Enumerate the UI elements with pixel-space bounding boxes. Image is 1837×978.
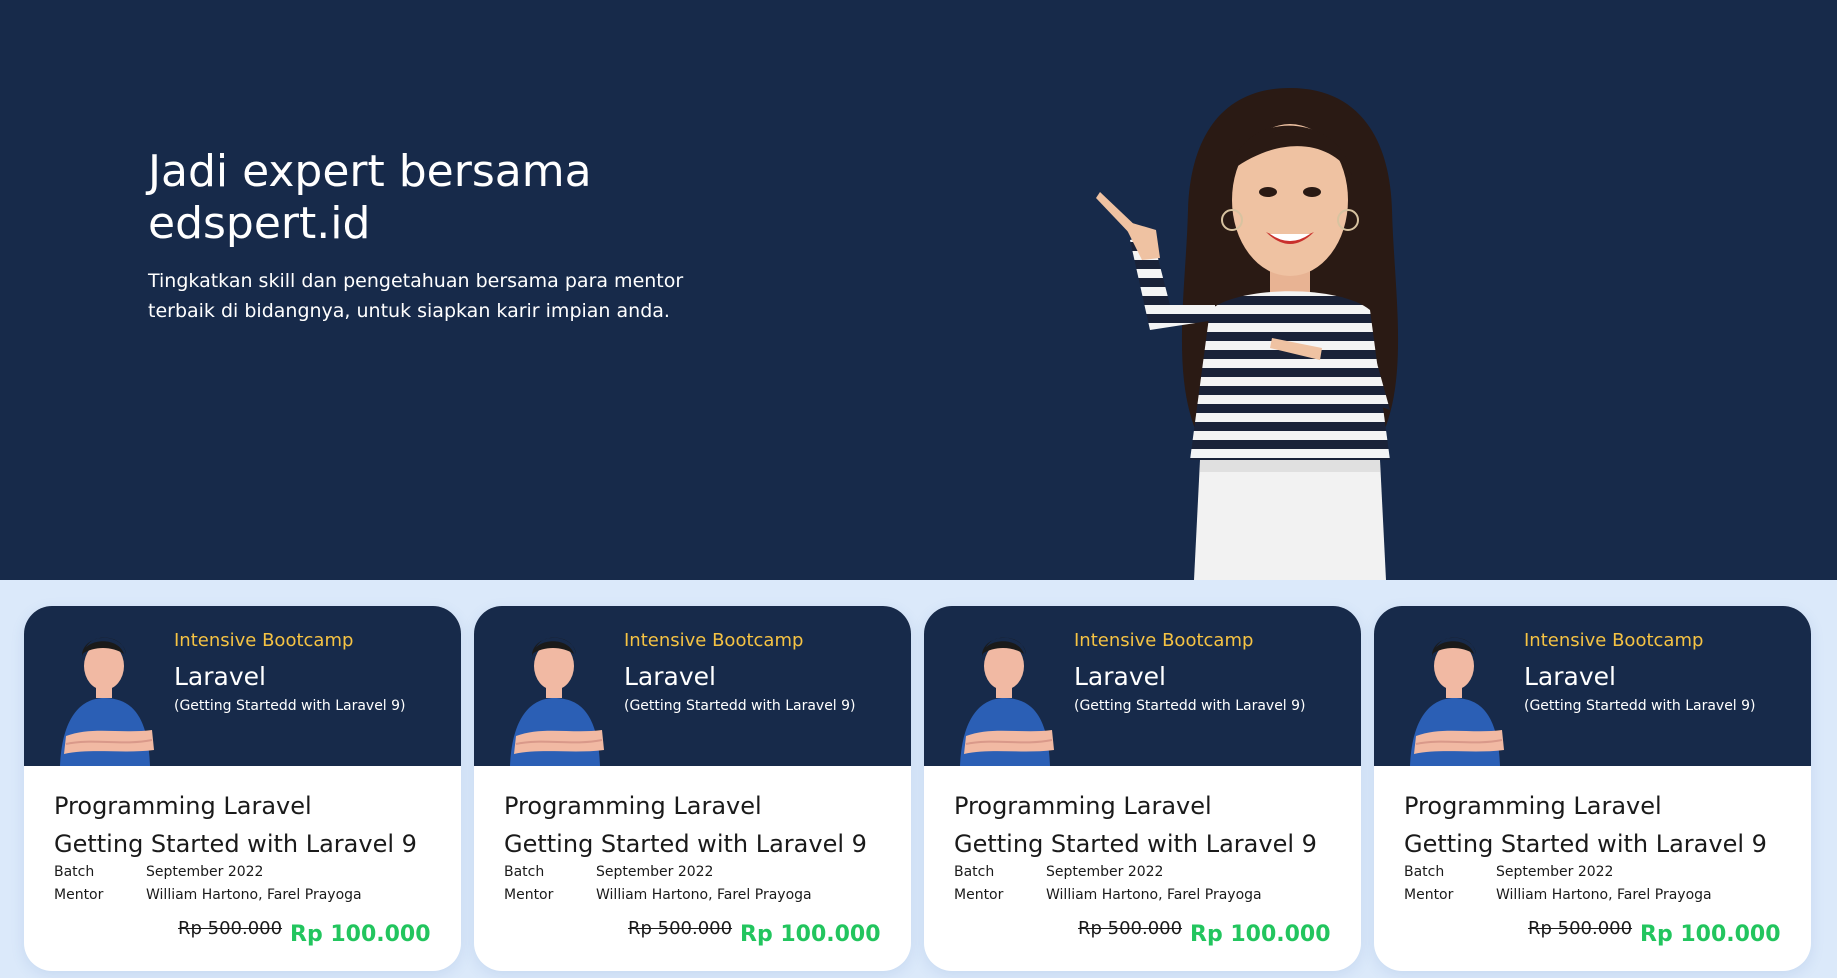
original-price: Rp 500.000 [178,918,283,939]
card-eyebrow: Intensive Bootcamp [1524,630,1704,651]
mentor-label: Mentor [54,887,104,903]
batch-label: Batch [954,864,995,880]
discount-price: Rp 100.000 [1190,922,1331,947]
card-course-subtitle: (Getting Startedd with Laravel 9) [624,698,856,714]
card-title-line2: Getting Started with Laravel 9 [954,830,1317,858]
discount-price: Rp 100.000 [1640,922,1781,947]
card-course-subtitle: (Getting Startedd with Laravel 9) [174,698,406,714]
card-title-line1: Programming Laravel [1404,792,1662,820]
hero-woman-photo [1096,88,1399,580]
card-title-line2: Getting Started with Laravel 9 [504,830,867,858]
batch-label: Batch [504,864,545,880]
mentor-illustration-icon [60,637,154,766]
card-title-line1: Programming Laravel [504,792,762,820]
mentor-illustration-icon [510,637,604,766]
mentor-illustration-icon [1410,637,1504,766]
card-title-line1: Programming Laravel [954,792,1212,820]
mentor-value: William Hartono, Farel Prayoga [596,887,812,903]
card-header: Intensive Bootcamp Laravel (Getting Star… [1374,606,1811,766]
batch-value: September 2022 [1496,864,1614,880]
course-card[interactable]: Intensive Bootcamp Laravel (Getting Star… [924,606,1361,971]
batch-value: September 2022 [146,864,264,880]
original-price: Rp 500.000 [628,918,733,939]
batch-label: Batch [1404,864,1445,880]
card-course-subtitle: (Getting Startedd with Laravel 9) [1524,698,1756,714]
card-course-subtitle: (Getting Startedd with Laravel 9) [1074,698,1306,714]
batch-label: Batch [54,864,95,880]
mentor-label: Mentor [504,887,554,903]
card-title-line1: Programming Laravel [54,792,312,820]
discount-price: Rp 100.000 [740,922,881,947]
card-eyebrow: Intensive Bootcamp [1074,630,1254,651]
card-eyebrow: Intensive Bootcamp [174,630,354,651]
card-course-name: Laravel [1074,662,1166,691]
course-card[interactable]: Intensive Bootcamp Laravel (Getting Star… [24,606,461,971]
card-course-name: Laravel [174,662,266,691]
batch-value: September 2022 [596,864,714,880]
card-header: Intensive Bootcamp Laravel (Getting Star… [924,606,1361,766]
mentor-illustration-icon [960,637,1054,766]
mentor-label: Mentor [954,887,1004,903]
batch-value: September 2022 [1046,864,1164,880]
hero-title: Jadi expert bersama edspert.id [148,146,592,249]
card-course-name: Laravel [1524,662,1616,691]
hero-banner: Jadi expert bersama edspert.id Tingkatka… [0,0,1837,580]
card-title-line2: Getting Started with Laravel 9 [54,830,417,858]
mentor-value: William Hartono, Farel Prayoga [146,887,362,903]
discount-price: Rp 100.000 [290,922,431,947]
hero-subtitle: Tingkatkan skill dan pengetahuan bersama… [148,270,684,322]
original-price: Rp 500.000 [1078,918,1183,939]
mentor-value: William Hartono, Farel Prayoga [1046,887,1262,903]
card-course-name: Laravel [624,662,716,691]
mentor-value: William Hartono, Farel Prayoga [1496,887,1712,903]
original-price: Rp 500.000 [1528,918,1633,939]
card-title-line2: Getting Started with Laravel 9 [1404,830,1767,858]
card-header: Intensive Bootcamp Laravel (Getting Star… [24,606,461,766]
course-card[interactable]: Intensive Bootcamp Laravel (Getting Star… [1374,606,1811,971]
mentor-label: Mentor [1404,887,1454,903]
course-card[interactable]: Intensive Bootcamp Laravel (Getting Star… [474,606,911,971]
card-eyebrow: Intensive Bootcamp [624,630,804,651]
course-card-list: Intensive Bootcamp Laravel (Getting Star… [24,606,1814,971]
card-header: Intensive Bootcamp Laravel (Getting Star… [474,606,911,766]
